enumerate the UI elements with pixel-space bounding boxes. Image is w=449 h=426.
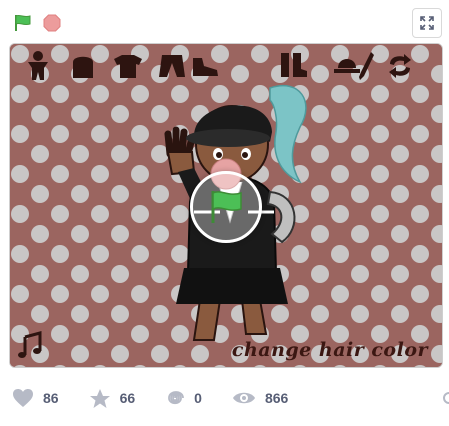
green-flag-button[interactable] [11,11,35,35]
stop-icon [43,14,61,32]
heart-icon [13,389,33,407]
stop-button[interactable] [41,12,63,34]
green-flag-icon [15,14,31,31]
start-overlay-button[interactable] [190,171,262,243]
fullscreen-icon [420,16,434,30]
player-controls [0,0,449,42]
change-hair-color-label[interactable]: change hair color [232,339,428,361]
favorites-count: 66 [119,390,136,406]
remixes-count: 0 [194,390,202,406]
views-stat: 866 [232,390,288,406]
music-note-icon[interactable] [18,331,44,359]
views-count: 866 [264,390,289,406]
remixes-stat: 0 [165,388,202,408]
hair-icon[interactable] [70,52,96,80]
star-icon [89,388,110,408]
eye-icon [232,392,255,404]
body-icon[interactable] [24,50,52,82]
favorites-stat[interactable]: 66 [89,388,136,409]
copy-link-icon[interactable] [441,390,449,406]
project-stage[interactable]: change hair color [9,43,443,368]
loves-stat[interactable]: 86 [12,388,59,408]
accessory-icon[interactable] [356,50,376,82]
remix-spiral-icon [168,391,185,405]
project-stats: 86 66 0 866 [0,384,449,412]
shirt-icon[interactable] [112,53,144,79]
fullscreen-button[interactable] [412,8,442,38]
loves-count: 86 [43,390,59,406]
green-flag-icon [211,191,242,223]
swap-icon[interactable] [386,53,414,79]
